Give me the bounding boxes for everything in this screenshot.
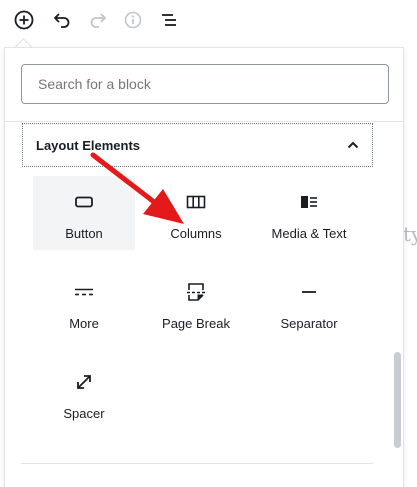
outline-button[interactable] (157, 8, 181, 32)
undo-button[interactable] (50, 8, 74, 32)
block-label: Media & Text (271, 226, 347, 241)
editor-toolbar (0, 0, 417, 40)
block-item-more[interactable]: More (33, 266, 135, 340)
block-item-columns[interactable]: Columns (145, 176, 247, 250)
block-item-separator[interactable]: Separator (258, 266, 360, 340)
redo-icon (90, 13, 106, 28)
separator-icon (302, 291, 316, 293)
block-label: Separator (280, 316, 338, 331)
block-item-media-text[interactable]: Media & Text (258, 176, 360, 250)
button-icon (75, 196, 93, 208)
block-label: Columns (170, 226, 222, 241)
panel-title: Layout Elements (36, 137, 141, 153)
media-text-icon (301, 196, 317, 208)
redo-button[interactable] (86, 8, 110, 32)
add-block-icon (14, 10, 34, 30)
block-label: Button (65, 226, 103, 241)
editor-page: ty Layout Elements Button (0, 0, 417, 487)
block-label: Page Break (162, 316, 230, 331)
info-button[interactable] (121, 8, 145, 32)
block-label: More (69, 316, 99, 331)
inserter-scrollbar[interactable] (394, 352, 401, 448)
editor-background-text: ty (403, 222, 417, 246)
page-break-icon (187, 283, 205, 301)
layout-elements-panel-toggle[interactable]: Layout Elements (22, 123, 373, 167)
block-item-spacer[interactable]: Spacer (33, 356, 135, 430)
columns-icon (186, 195, 206, 209)
spacer-icon (77, 375, 91, 389)
block-search-input[interactable] (21, 64, 389, 104)
outline-icon (162, 14, 176, 26)
block-item-button[interactable]: Button (33, 176, 135, 250)
undo-icon (54, 13, 70, 28)
divider (21, 463, 373, 464)
info-icon (124, 11, 142, 29)
block-inserter-popover: Layout Elements Button Columns (4, 47, 404, 487)
chevron-up-icon (347, 141, 359, 149)
block-item-page-break[interactable]: Page Break (145, 266, 247, 340)
block-label: Spacer (63, 406, 105, 421)
divider (5, 121, 403, 122)
add-block-button[interactable] (12, 8, 36, 32)
more-icon (75, 288, 93, 296)
